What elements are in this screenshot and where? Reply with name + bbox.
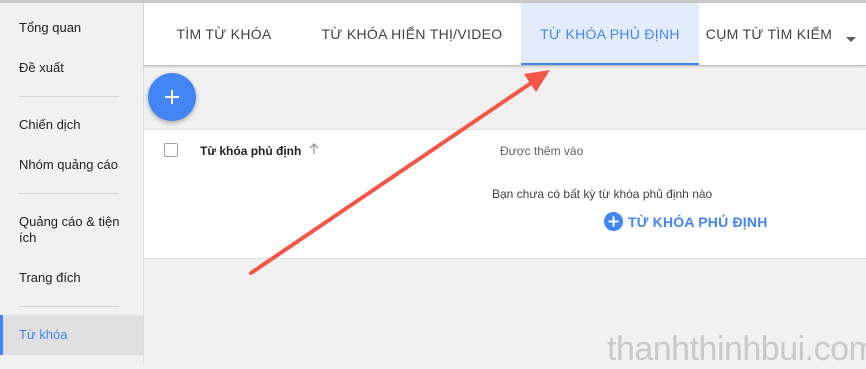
active-tab-underline: [521, 63, 699, 65]
sidebar-item-ad-groups[interactable]: Nhóm quảng cáo: [0, 157, 143, 173]
empty-state: Bạn chưa có bất kỳ từ khóa phủ định nào …: [144, 172, 866, 259]
sidebar-item-label: Đề xuất: [19, 60, 64, 75]
triangle-down-icon[interactable]: [846, 37, 856, 42]
add-negative-keyword-link[interactable]: TỪ KHÓA PHỦ ĐỊNH: [604, 212, 768, 231]
empty-state-message: Bạn chưa có bất kỳ từ khóa phủ định nào: [492, 187, 713, 201]
tab-label: TÌM TỪ KHÓA: [176, 26, 272, 42]
sidebar-item-keywords[interactable]: Từ khóa: [0, 315, 143, 355]
sidebar-item-overview[interactable]: Tổng quan: [0, 20, 143, 36]
add-negative-keyword-fab[interactable]: [148, 73, 196, 121]
sidebar-item-campaigns[interactable]: Chiến dịch: [0, 117, 143, 133]
tab-bar: TÌM TỪ KHÓA TỪ KHÓA HIỂN THỊ/VIDEO TỪ KH…: [144, 3, 866, 66]
watermark: thanhthinhbui.com: [607, 330, 866, 368]
tab-display-video-keywords[interactable]: TỪ KHÓA HIỂN THỊ/VIDEO: [304, 3, 520, 65]
sidebar-divider: [19, 96, 119, 97]
active-indicator: [0, 315, 3, 355]
tab-search-terms[interactable]: CỤM TỪ TÌM KIẾM: [702, 3, 836, 65]
tab-label: TỪ KHÓA PHỦ ĐỊNH: [540, 26, 680, 42]
sidebar-divider: [19, 193, 119, 194]
add-negative-keyword-label: TỪ KHÓA PHỦ ĐỊNH: [628, 213, 768, 230]
plus-icon: [165, 90, 179, 104]
sidebar-item-label: Trang đích: [19, 270, 81, 285]
column-header-negative-keyword[interactable]: Từ khóa phủ định: [200, 144, 301, 158]
tab-label: TỪ KHÓA HIỂN THỊ/VIDEO: [321, 26, 503, 42]
arrow-up-icon[interactable]: [307, 141, 321, 157]
sidebar-item-label: Quảng cáo & tiện ích: [19, 214, 120, 245]
sidebar-divider: [19, 306, 119, 307]
table-header: Từ khóa phủ định Được thêm vào: [144, 129, 866, 173]
tab-negative-keywords[interactable]: TỪ KHÓA PHỦ ĐỊNH: [521, 3, 699, 65]
sidebar-item-label: Từ khóa: [19, 327, 68, 342]
tab-find-keywords[interactable]: TÌM TỪ KHÓA: [144, 3, 304, 65]
sidebar-item-recommendations[interactable]: Đề xuất: [0, 60, 143, 76]
sidebar-item-label: Chiến dịch: [19, 117, 81, 132]
sidebar-item-label: Tổng quan: [19, 20, 82, 35]
sidebar-item-ads-extensions[interactable]: Quảng cáo & tiện ích: [0, 214, 130, 246]
sidebar: Tổng quan Đề xuất Chiến dịch Nhóm quảng …: [0, 3, 144, 365]
main-content: TÌM TỪ KHÓA TỪ KHÓA HIỂN THỊ/VIDEO TỪ KH…: [144, 3, 866, 365]
column-header-added-to[interactable]: Được thêm vào: [500, 144, 583, 158]
plus-circle-icon: [604, 212, 623, 231]
sidebar-item-landing-pages[interactable]: Trang đích: [0, 270, 143, 286]
sidebar-item-label: Nhóm quảng cáo: [19, 157, 119, 172]
select-all-checkbox[interactable]: [164, 143, 178, 157]
tab-label: CỤM TỪ TÌM KIẾM: [705, 26, 833, 42]
